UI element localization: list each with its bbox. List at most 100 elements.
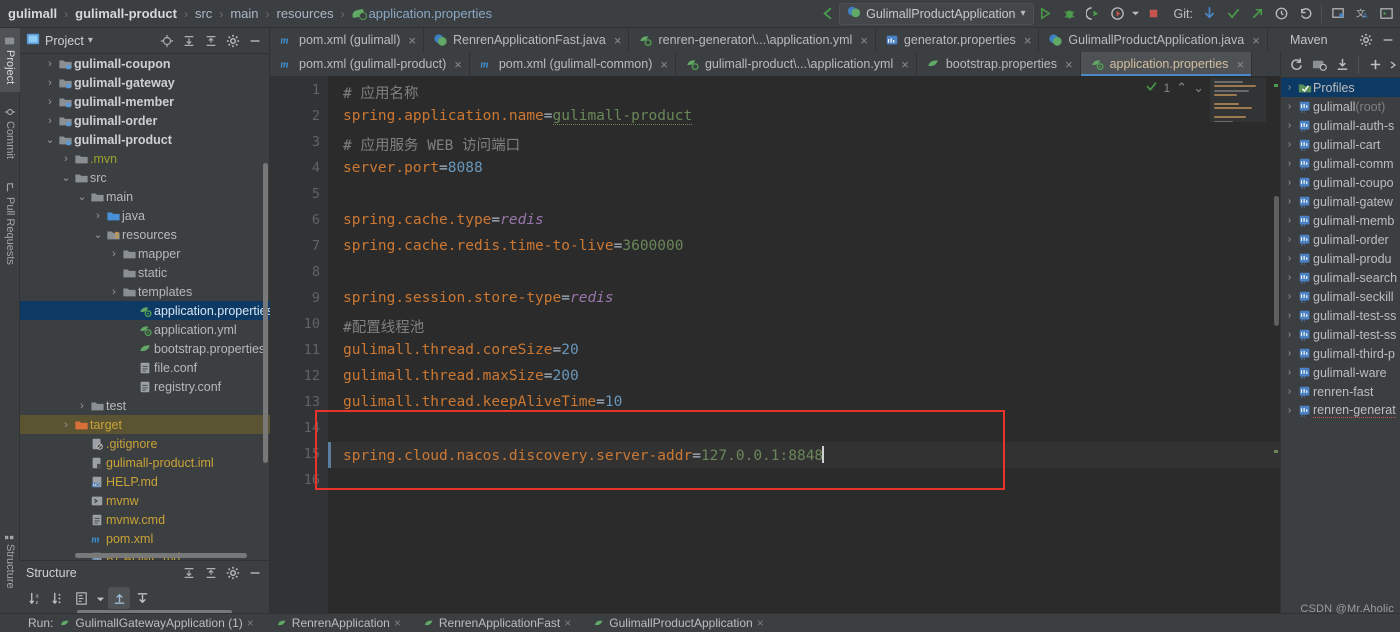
project-tree-item[interactable]: ⌄ resources: [20, 225, 270, 244]
breadcrumb-item-file[interactable]: application.properties: [369, 6, 493, 21]
chevron-right-icon[interactable]: ›: [1283, 386, 1296, 397]
breadcrumb-item-resources[interactable]: resources: [277, 6, 334, 21]
project-tree-item[interactable]: › mapper: [20, 244, 270, 263]
add-maven-project-icon[interactable]: [1308, 54, 1330, 76]
more-icon[interactable]: [93, 587, 107, 609]
git-push-icon[interactable]: [1245, 2, 1269, 26]
run-tab[interactable]: RenrenApplication ×: [276, 616, 401, 630]
chevron-right-icon[interactable]: ›: [1283, 82, 1296, 93]
editor-tab[interactable]: bootstrap.properties ×: [917, 52, 1081, 76]
project-tree-item[interactable]: › gulimall-member: [20, 92, 270, 111]
sort-by-type-icon[interactable]: [47, 587, 69, 609]
project-tree-item[interactable]: › test: [20, 396, 270, 415]
project-tree-item[interactable]: ⌄ src: [20, 168, 270, 187]
hide-panel-icon[interactable]: [245, 31, 265, 51]
git-history-icon[interactable]: [1269, 2, 1293, 26]
chevron-right-icon[interactable]: ›: [44, 115, 56, 127]
add-icon[interactable]: [1364, 54, 1386, 76]
code-line[interactable]: spring.session.store-type=redis: [343, 290, 614, 306]
close-icon[interactable]: ×: [660, 57, 668, 72]
sort-alphabetically-icon[interactable]: az: [24, 587, 46, 609]
project-tree-item[interactable]: › gulimall-order: [20, 111, 270, 130]
breadcrumb-item-main[interactable]: main: [230, 6, 258, 21]
maven-tree-item[interactable]: › m gulimall-memb: [1281, 211, 1400, 230]
maven-tree-item[interactable]: › m gulimall-produ: [1281, 249, 1400, 268]
maven-tree-item[interactable]: › m gulimall-third-p: [1281, 344, 1400, 363]
chevron-right-icon[interactable]: ›: [1283, 101, 1296, 112]
maven-tree-item[interactable]: › m gulimall-auth-s: [1281, 116, 1400, 135]
code-line[interactable]: server.port=8088: [343, 160, 483, 176]
sidebar-item-commit[interactable]: Commit: [0, 100, 20, 166]
run-with-coverage-icon[interactable]: [1082, 2, 1106, 26]
chevron-right-icon[interactable]: ›: [60, 153, 72, 165]
editor-gutter[interactable]: 1 2 3 4 5 6 7 8 9 10 11 12 13 14 15 16: [270, 76, 328, 613]
maven-tree-item[interactable]: › m gulimall-test-ss: [1281, 325, 1400, 344]
download-sources-icon[interactable]: [1331, 54, 1353, 76]
chevron-down-icon[interactable]: [1130, 2, 1142, 26]
editor-code-area[interactable]: # 应用名称 spring.application.name=gulimall-p…: [328, 76, 1280, 613]
project-tree-item[interactable]: › .mvn: [20, 149, 270, 168]
editor-tab[interactable]: m pom.xml (gulimall) ×: [270, 28, 424, 52]
close-icon[interactable]: ×: [1065, 57, 1073, 72]
run-tab[interactable]: GulimallProductApplication ×: [593, 616, 764, 630]
search-everywhere-icon[interactable]: [1326, 2, 1350, 26]
git-commit-icon[interactable]: [1221, 2, 1245, 26]
breadcrumb-item-module[interactable]: gulimall-product: [75, 6, 177, 21]
project-tree-item[interactable]: application.yml: [20, 320, 270, 339]
chevron-right-icon[interactable]: ›: [44, 77, 56, 89]
chevron-right-icon[interactable]: ›: [108, 286, 120, 298]
close-icon[interactable]: ×: [408, 33, 416, 48]
code-line[interactable]: # 应用名称: [343, 82, 418, 103]
more-icon[interactable]: [1387, 54, 1399, 76]
close-icon[interactable]: ×: [454, 57, 462, 72]
chevron-right-icon[interactable]: ›: [1283, 177, 1296, 188]
project-tree-item[interactable]: › templates: [20, 282, 270, 301]
project-tree-item[interactable]: ⌄ gulimall-product: [20, 130, 270, 149]
hide-panel-icon[interactable]: [245, 563, 265, 583]
chevron-right-icon[interactable]: ›: [1283, 291, 1296, 302]
expand-all-icon[interactable]: [179, 31, 199, 51]
maven-tree-item[interactable]: › m renren-generat: [1281, 401, 1400, 420]
close-icon[interactable]: ×: [564, 616, 571, 630]
code-line[interactable]: spring.cloud.nacos.discovery.server-addr…: [343, 446, 824, 464]
code-minimap[interactable]: [1210, 78, 1266, 122]
maven-tree-item[interactable]: › m gulimall (root): [1281, 97, 1400, 116]
project-tree-item[interactable]: › gulimall-gateway: [20, 73, 270, 92]
chevron-right-icon[interactable]: ›: [1283, 215, 1296, 226]
chevron-right-icon[interactable]: ›: [76, 400, 88, 412]
editor-vertical-scrollbar[interactable]: [1274, 196, 1279, 326]
chevron-right-icon[interactable]: ›: [1283, 367, 1296, 378]
close-icon[interactable]: ×: [1024, 33, 1032, 48]
chevron-down-icon[interactable]: ⌄: [44, 133, 56, 146]
project-tree-item[interactable]: gulimall-product.iml: [20, 453, 270, 472]
code-line[interactable]: #配置线程池: [343, 316, 424, 337]
git-rollback-icon[interactable]: [1293, 2, 1317, 26]
chevron-right-icon[interactable]: ›: [44, 96, 56, 108]
settings-icon[interactable]: [223, 31, 243, 51]
expand-all-icon[interactable]: [179, 563, 199, 583]
maven-tree-item[interactable]: › m gulimall-cart: [1281, 135, 1400, 154]
chevron-down-icon[interactable]: ⌄: [92, 228, 104, 241]
project-tree-item[interactable]: ⌄ main: [20, 187, 270, 206]
maven-tree-item[interactable]: › m gulimall-gatew: [1281, 192, 1400, 211]
editor-tab[interactable]: m pom.xml (gulimall-product) ×: [270, 52, 470, 76]
project-tree-item[interactable]: › java: [20, 206, 270, 225]
project-tree-item[interactable]: › target: [20, 415, 270, 434]
chevron-right-icon[interactable]: ›: [1283, 234, 1296, 245]
editor-tab[interactable]: GulimallProductApplication.java ×: [1039, 28, 1268, 52]
breadcrumb-item-project[interactable]: gulimall: [8, 6, 57, 21]
sidebar-item-pull-requests[interactable]: Pull Requests: [0, 174, 20, 274]
chevron-right-icon[interactable]: ›: [92, 210, 104, 222]
chevron-right-icon[interactable]: ›: [1283, 329, 1296, 340]
inspection-prev-icon[interactable]: ⌃: [1176, 80, 1187, 96]
maven-tree-item[interactable]: › m gulimall-coupo: [1281, 173, 1400, 192]
debug-icon[interactable]: [1058, 2, 1082, 26]
close-icon[interactable]: ×: [757, 616, 764, 630]
chevron-down-icon[interactable]: ⌄: [60, 171, 72, 184]
project-tree-item[interactable]: mvnw: [20, 491, 270, 510]
reload-icon[interactable]: [1285, 54, 1307, 76]
code-line[interactable]: spring.cache.redis.time-to-live=3600000: [343, 238, 683, 254]
maven-tree-item[interactable]: › m gulimall-test-ss: [1281, 306, 1400, 325]
hide-panel-icon[interactable]: [1378, 30, 1398, 50]
show-properties-icon[interactable]: [70, 587, 92, 609]
